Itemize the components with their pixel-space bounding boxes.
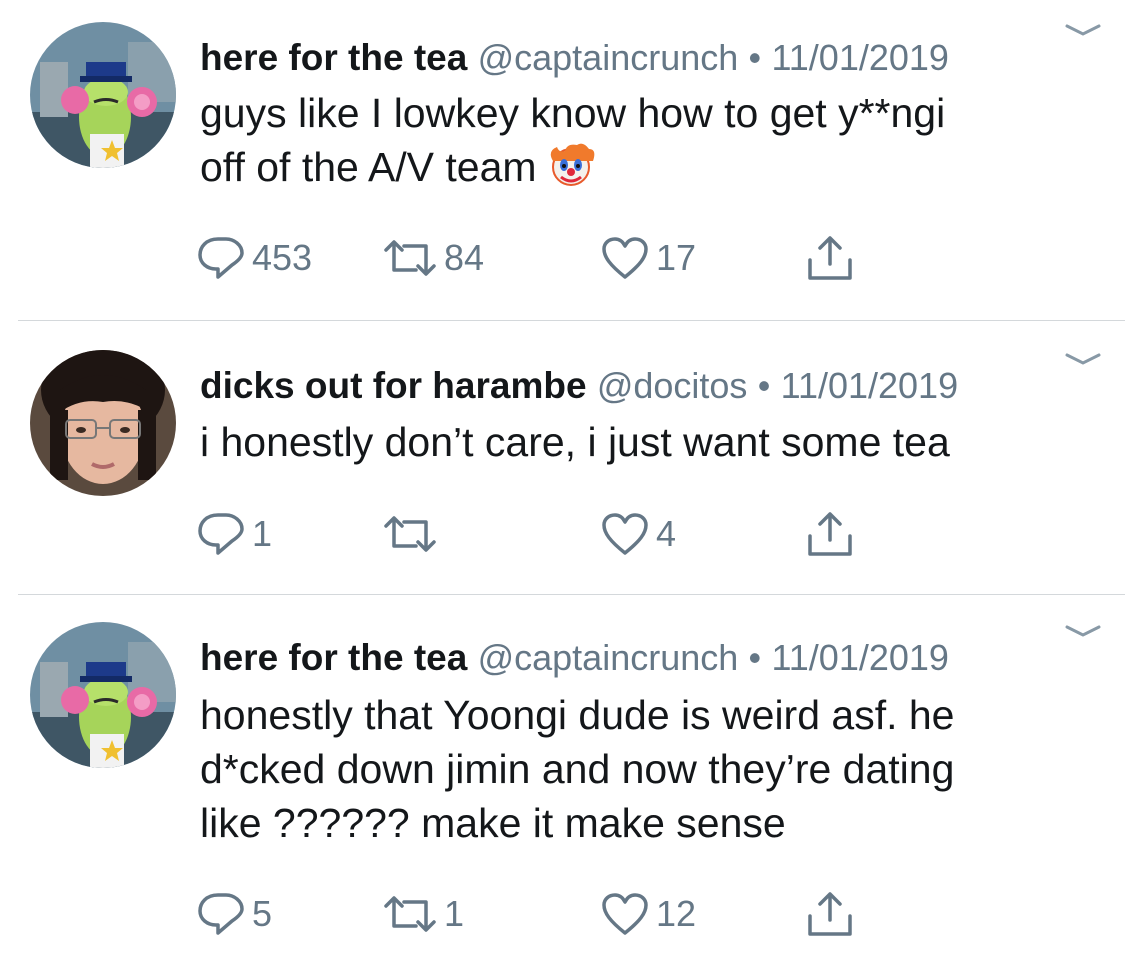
clown-face-icon bbox=[547, 141, 595, 202]
share-icon bbox=[808, 236, 852, 280]
tweet-text-line: off of the A/V team bbox=[200, 140, 1080, 202]
tweet-text-line-content: off of the A/V team bbox=[200, 144, 537, 190]
tweet-actions: 5 1 12 bbox=[196, 889, 896, 939]
tweet-text-line: honestly that Yoongi dude is weird asf. … bbox=[200, 692, 955, 738]
tweet-text: i honestly don’t care, i just want some … bbox=[200, 415, 1080, 469]
tweet-header: here for the tea @captaincrunch • 11/01/… bbox=[200, 36, 949, 80]
tweet-header: dicks out for harambe @docitos • 11/01/2… bbox=[200, 364, 958, 408]
retweet-count: 84 bbox=[444, 237, 485, 278]
reply-count: 5 bbox=[252, 893, 273, 934]
display-name[interactable]: here for the tea bbox=[200, 637, 467, 678]
retweet-icon bbox=[384, 516, 436, 552]
avatar[interactable] bbox=[30, 622, 176, 768]
tweet-1[interactable]: here for the tea @captaincrunch • 11/01/… bbox=[0, 0, 1125, 320]
reply-button[interactable]: 5 bbox=[196, 889, 272, 939]
like-button[interactable]: 17 bbox=[600, 233, 696, 283]
retweet-button[interactable]: 1 bbox=[382, 889, 464, 939]
share-button[interactable] bbox=[804, 889, 856, 939]
reply-icon bbox=[198, 893, 244, 935]
chevron-down-icon[interactable] bbox=[1063, 20, 1103, 40]
tweet-actions: 1 4 bbox=[196, 509, 896, 559]
like-button[interactable]: 4 bbox=[600, 509, 676, 559]
timestamp[interactable]: 11/01/2019 bbox=[771, 637, 949, 678]
share-icon bbox=[808, 892, 852, 936]
retweet-icon bbox=[384, 896, 436, 932]
share-icon bbox=[808, 512, 852, 556]
retweet-button[interactable] bbox=[382, 509, 444, 559]
chevron-down-icon[interactable] bbox=[1063, 349, 1103, 369]
tweet-text-line: i honestly don’t care, i just want some … bbox=[200, 419, 950, 465]
avatar[interactable] bbox=[30, 22, 176, 168]
separator: • bbox=[748, 637, 762, 678]
retweet-count: 1 bbox=[444, 893, 465, 934]
timestamp[interactable]: 11/01/2019 bbox=[771, 37, 949, 78]
like-count: 17 bbox=[656, 237, 697, 278]
like-button[interactable]: 12 bbox=[600, 889, 696, 939]
reply-button[interactable]: 453 bbox=[196, 233, 312, 283]
tweet-text: honestly that Yoongi dude is weird asf. … bbox=[200, 688, 1080, 850]
tweet-text: guys like I lowkey know how to get y**ng… bbox=[200, 86, 1080, 202]
display-name[interactable]: here for the tea bbox=[200, 37, 467, 78]
share-button[interactable] bbox=[804, 233, 856, 283]
reply-button[interactable]: 1 bbox=[196, 509, 272, 559]
separator: • bbox=[748, 37, 762, 78]
tweet-text-line: guys like I lowkey know how to get y**ng… bbox=[200, 90, 946, 136]
heart-icon bbox=[602, 893, 648, 935]
tweet-2[interactable]: dicks out for harambe @docitos • 11/01/2… bbox=[0, 321, 1125, 594]
reply-icon bbox=[198, 237, 244, 279]
like-count: 12 bbox=[656, 893, 697, 934]
tweet-text-line: like ?????? make it make sense bbox=[200, 800, 786, 846]
reply-count: 453 bbox=[252, 237, 313, 278]
chevron-down-icon[interactable] bbox=[1063, 621, 1103, 641]
tweet-3[interactable]: here for the tea @captaincrunch • 11/01/… bbox=[0, 595, 1125, 964]
heart-icon bbox=[602, 237, 648, 279]
timestamp[interactable]: 11/01/2019 bbox=[781, 365, 959, 406]
retweet-icon bbox=[384, 240, 436, 276]
handle[interactable]: @captaincrunch bbox=[478, 637, 739, 678]
handle[interactable]: @docitos bbox=[597, 365, 748, 406]
share-button[interactable] bbox=[804, 509, 856, 559]
avatar[interactable] bbox=[30, 350, 176, 496]
display-name[interactable]: dicks out for harambe bbox=[200, 365, 587, 406]
handle[interactable]: @captaincrunch bbox=[478, 37, 739, 78]
heart-icon bbox=[602, 513, 648, 555]
separator: • bbox=[757, 365, 771, 406]
like-count: 4 bbox=[656, 513, 677, 554]
tweet-text-line: d*cked down jimin and now they’re dating bbox=[200, 746, 955, 792]
reply-count: 1 bbox=[252, 513, 273, 554]
reply-icon bbox=[198, 513, 244, 555]
tweet-actions: 453 84 17 bbox=[196, 233, 896, 283]
tweet-header: here for the tea @captaincrunch • 11/01/… bbox=[200, 636, 949, 680]
retweet-button[interactable]: 84 bbox=[382, 233, 484, 283]
